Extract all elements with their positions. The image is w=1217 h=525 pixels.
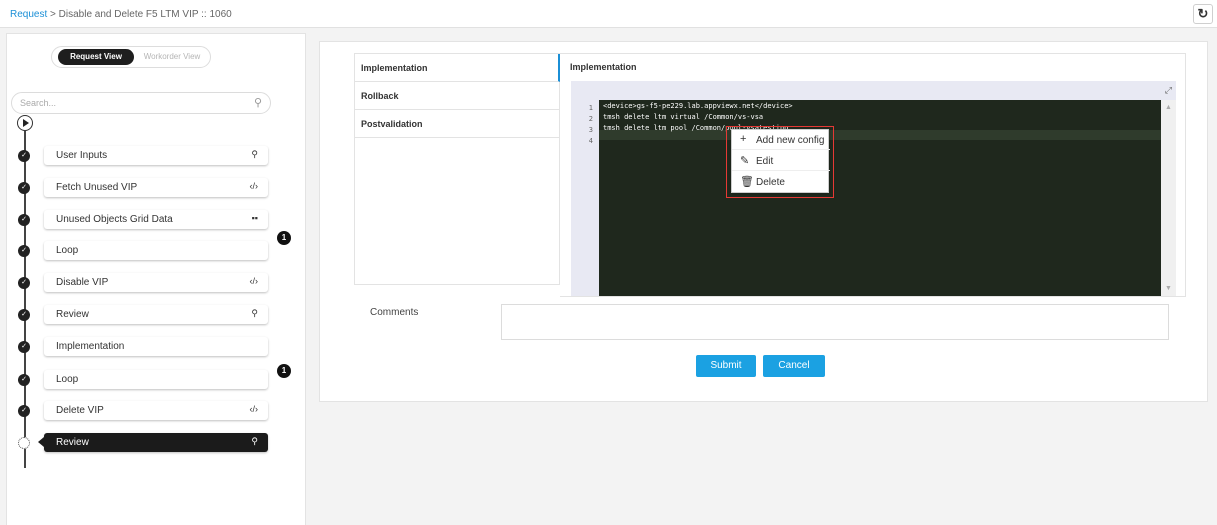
view-toggle: Request View Workorder View [51,46,211,68]
code-line[interactable]: tmsh delete ltm virtual /Common/vs-vsa [603,113,763,121]
scroll-up-icon[interactable]: ▲ [1165,104,1172,111]
menu-item-label: Add new config [756,135,825,146]
step-delete-vip[interactable]: ✓ Delete VIP ‹/› [7,400,307,420]
search-input[interactable]: Search... ⚲ [11,92,271,114]
check-icon: ✓ [18,150,30,162]
user-icon: ⚲ [251,436,258,446]
config-tabs: Implementation Rollback Postvalidation [354,53,560,285]
step-label: Implementation [56,341,125,352]
main-panel: Implementation Rollback Postvalidation I… [319,41,1208,402]
check-icon: ✓ [18,277,30,289]
line-gutter: 1 2 3 4 [571,100,599,296]
step-card[interactable]: Review ⚲ [38,433,268,452]
check-icon: ✓ [18,182,30,194]
plus-icon: + [740,133,747,145]
step-label: Delete VIP [56,405,104,416]
line-number: 2 [588,115,593,123]
code-area[interactable]: <device>gs-f5-pe229.lab.appviewx.net</de… [599,100,1161,296]
menu-item-delete[interactable]: 🗑 Delete [732,172,830,192]
menu-item-label: Edit [756,156,774,167]
code-icon: ‹/› [249,276,259,286]
check-icon: ✓ [18,405,30,417]
code-icon: ‹/› [249,181,259,191]
refresh-button[interactable]: ↻ [1193,4,1213,24]
step-loop[interactable]: ✓ Loop [7,240,307,260]
search-placeholder: Search... [20,98,57,108]
step-label: Review [56,309,89,320]
step-label: Review [56,437,89,448]
comments-label: Comments [370,307,419,318]
step-label: Loop [56,374,79,385]
menu-item-add-new-config[interactable]: + Add new config [732,130,830,150]
workorder-view-tab[interactable]: Workorder View [136,49,208,65]
step-card[interactable]: Loop [44,370,268,389]
step-label: User Inputs [56,150,108,161]
context-menu: + Add new config ✎ Edit 🗑 Delete [731,129,830,193]
play-icon[interactable] [17,115,33,131]
search-icon: ⚲ [253,97,262,109]
grid-icon: ▪▪ [251,213,258,223]
code-line[interactable]: <device>gs-f5-pe229.lab.appviewx.net</de… [603,102,793,110]
editor-section: Implementation ⤢ 1 2 3 4 <device>gs-f5-p… [560,53,1186,297]
tab-label: Rollback [361,91,399,101]
tab-rollback[interactable]: Rollback [355,82,560,110]
check-icon: ✓ [18,214,30,226]
menu-item-edit[interactable]: ✎ Edit [732,151,830,171]
step-card[interactable]: Fetch Unused VIP ‹/› [44,178,268,197]
editor-scrollbar[interactable]: ▲ ▼ [1161,100,1176,296]
top-bar: Request > Disable and Delete F5 LTM VIP … [0,0,1217,28]
step-disable-vip[interactable]: ✓ Disable VIP ‹/› [7,272,307,292]
line-number: 3 [588,126,593,134]
request-view-tab[interactable]: Request View [58,49,134,65]
step-card[interactable]: User Inputs ⚲ [44,146,268,165]
line-number: 1 [588,104,593,112]
expand-icon[interactable]: ⤢ [1165,85,1172,96]
tab-postvalidation[interactable]: Postvalidation [355,110,560,138]
step-card[interactable]: Unused Objects Grid Data ▪▪ [44,210,268,229]
user-icon: ⚲ [251,308,258,318]
check-icon: ✓ [18,245,30,257]
step-review[interactable]: ✓ Review ⚲ [7,304,307,324]
step-label: Unused Objects Grid Data [56,214,173,225]
spinner-icon [18,437,30,449]
submit-button[interactable]: Submit [696,355,756,377]
refresh-icon: ↻ [1197,6,1209,21]
comments-input[interactable] [501,304,1169,340]
step-review-active[interactable]: Review ⚲ [7,432,307,452]
breadcrumb-current: Disable and Delete F5 LTM VIP :: 1060 [58,9,232,20]
step-loop[interactable]: ✓ Loop [7,369,307,389]
code-icon: ‹/› [249,404,259,414]
step-card[interactable]: Review ⚲ [44,305,268,324]
breadcrumb-root-link[interactable]: Request [10,9,47,20]
cancel-button[interactable]: Cancel [763,355,825,377]
breadcrumb: Request > Disable and Delete F5 LTM VIP … [10,9,232,20]
step-implementation[interactable]: ✓ Implementation [7,336,307,356]
code-editor[interactable]: ⤢ 1 2 3 4 <device>gs-f5-pe229.lab.appvie… [571,81,1176,296]
step-user-inputs[interactable]: ✓ User Inputs ⚲ [7,145,307,165]
tab-implementation[interactable]: Implementation [355,54,560,82]
step-card[interactable]: Loop [44,241,268,260]
tab-label: Implementation [361,63,428,73]
workflow-panel: Request View Workorder View Search... ⚲ … [6,33,306,525]
line-number: 4 [588,137,593,145]
step-card[interactable]: Disable VIP ‹/› [44,273,268,292]
step-fetch-unused-vip[interactable]: ✓ Fetch Unused VIP ‹/› [7,177,307,197]
check-icon: ✓ [18,341,30,353]
menu-item-label: Delete [756,177,785,188]
step-label: Disable VIP [56,277,109,288]
step-unused-objects-grid-data[interactable]: ✓ Unused Objects Grid Data ▪▪ [7,209,307,229]
step-card[interactable]: Implementation [44,337,268,356]
editor-title: Implementation [570,62,637,72]
step-label: Fetch Unused VIP [56,182,138,193]
step-card[interactable]: Delete VIP ‹/› [44,401,268,420]
check-icon: ✓ [18,309,30,321]
scroll-down-icon[interactable]: ▼ [1165,285,1172,292]
pencil-icon: ✎ [740,155,750,167]
check-icon: ✓ [18,374,30,386]
tab-label: Postvalidation [361,119,423,129]
step-label: Loop [56,245,79,256]
breadcrumb-separator: > [50,9,56,20]
user-icon: ⚲ [251,149,258,159]
trash-icon: 🗑 [740,176,754,188]
